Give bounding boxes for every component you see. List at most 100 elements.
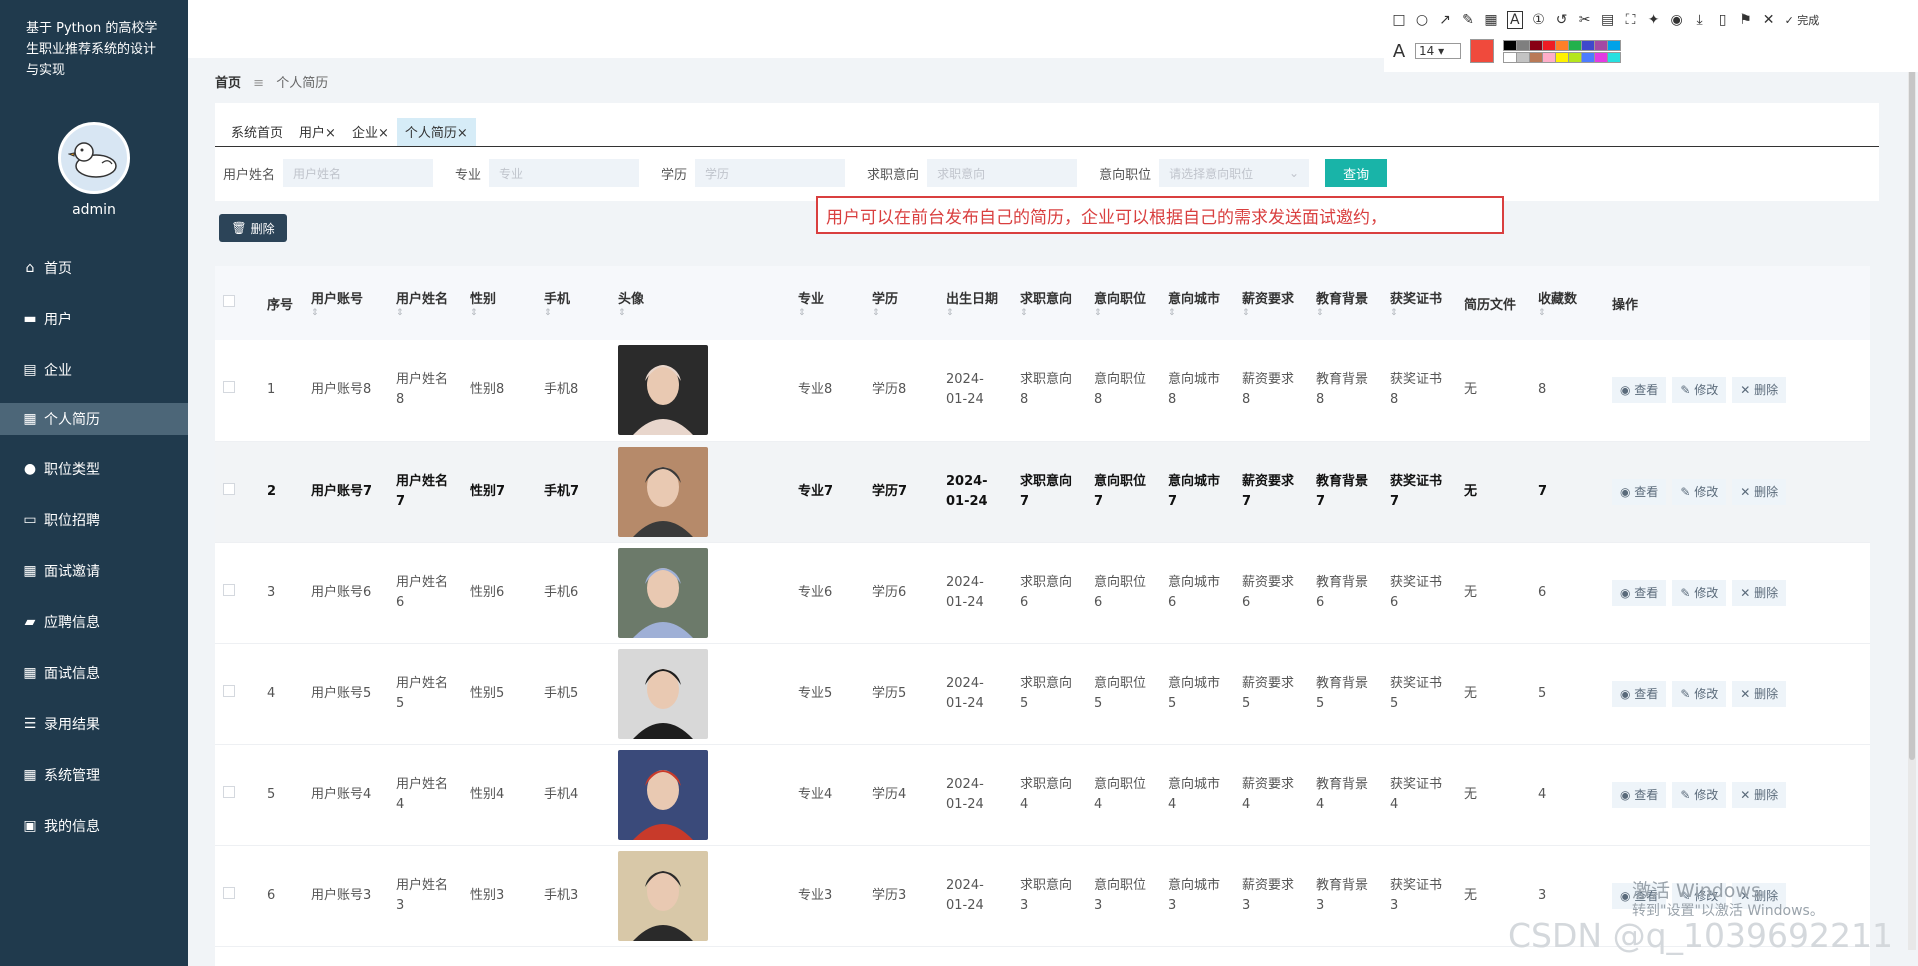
column-header[interactable]: 性别 ⇕ — [462, 266, 536, 340]
avatar-photo[interactable] — [618, 547, 708, 638]
ocr-icon[interactable]: ▤ — [1601, 12, 1615, 28]
tab-close-icon[interactable]: × — [325, 126, 336, 141]
circle-icon[interactable]: ○ — [1415, 12, 1429, 28]
color-swatch[interactable] — [1568, 51, 1582, 63]
current-color[interactable] — [1470, 39, 1494, 63]
sidebar-item-0[interactable]: ⌂ 首页 — [0, 242, 188, 293]
sort-icon[interactable]: ⇕ — [544, 307, 602, 319]
sidebar-item-1[interactable]: ▬ 用户 — [0, 293, 188, 344]
edit-button[interactable]: ✎ 修改 — [1672, 478, 1727, 505]
edit-button[interactable]: ✎ 修改 — [1672, 579, 1727, 606]
sort-icon[interactable]: ⇕ — [798, 307, 856, 319]
column-header[interactable]: 意向职位 ⇕ — [1086, 266, 1160, 340]
avatar[interactable] — [58, 122, 130, 194]
column-header[interactable]: 意向城市 ⇕ — [1160, 266, 1234, 340]
sort-icon[interactable]: ⇕ — [946, 307, 1004, 319]
delete-button[interactable]: ✕ 删除 — [1732, 377, 1787, 404]
annotation-textbox[interactable]: 用户可以在前台发布自己的简历，企业可以根据自己的需求发送面试邀约， — [816, 196, 1504, 234]
sort-icon[interactable]: ⇕ — [396, 307, 454, 319]
sort-icon[interactable]: ⇕ — [470, 307, 528, 319]
color-swatch[interactable] — [1516, 51, 1530, 63]
pin-icon[interactable]: ✦ — [1647, 12, 1661, 28]
color-swatch[interactable] — [1568, 39, 1582, 51]
batch-delete-button[interactable]: 🗑 删除 — [219, 214, 287, 242]
color-swatch[interactable] — [1594, 51, 1608, 63]
sidebar-item-5[interactable]: ▭ 职位招聘 — [0, 494, 188, 545]
close-icon[interactable]: ✕ — [1762, 12, 1776, 28]
filter-intent-input[interactable]: 求职意向 — [927, 159, 1078, 187]
font-size-select[interactable]: 14 ▾ — [1415, 43, 1461, 59]
sort-icon[interactable]: ⇕ — [1538, 307, 1596, 319]
color-swatch[interactable] — [1581, 51, 1595, 63]
column-header[interactable]: 求职意向 ⇕ — [1012, 266, 1086, 340]
row-checkbox[interactable] — [223, 886, 235, 899]
column-header[interactable]: 头像 ⇕ — [610, 266, 790, 340]
sort-icon[interactable]: ⇕ — [1020, 307, 1078, 319]
column-header[interactable]: 用户账号 ⇕ — [303, 266, 388, 340]
avatar-photo[interactable] — [618, 850, 708, 941]
filter-name-input[interactable]: 用户姓名 — [283, 159, 434, 187]
pen-icon[interactable]: ✎ — [1461, 12, 1475, 28]
color-swatch[interactable] — [1503, 51, 1517, 63]
avatar-photo[interactable] — [618, 446, 708, 537]
sidebar-item-4[interactable]: ● 职位类型 — [0, 443, 188, 494]
undo-icon[interactable]: ↺ — [1555, 12, 1569, 28]
color-swatch[interactable] — [1542, 39, 1556, 51]
tab-2[interactable]: 企业× — [344, 122, 397, 146]
table-row[interactable]: 3 用户账号6 用户姓名6 性别6 手机6 专业6 学历6 2024-01-24 求职意向6 意向… — [215, 542, 1870, 644]
view-button[interactable]: ◉ 查看 — [1612, 680, 1667, 707]
avatar-photo[interactable] — [618, 749, 708, 840]
rectangle-icon[interactable]: □ — [1392, 12, 1406, 28]
sidebar-item-9[interactable]: ☰ 录用结果 — [0, 698, 188, 749]
page-scrollbar[interactable] — [1908, 30, 1916, 950]
delete-button[interactable]: ✕ 删除 — [1732, 579, 1787, 606]
finish-button[interactable]: ✓ 完成 — [1785, 12, 1820, 28]
row-checkbox[interactable] — [223, 381, 235, 394]
text-icon[interactable]: A — [1507, 11, 1523, 29]
column-header[interactable]: 出生日期 ⇕ — [938, 266, 1012, 340]
sort-icon[interactable]: ⇕ — [1390, 307, 1448, 319]
color-swatch[interactable] — [1529, 51, 1543, 63]
breadcrumb-home[interactable]: 首页 — [215, 76, 241, 91]
column-header[interactable]: 薪资要求 ⇕ — [1234, 266, 1308, 340]
tab-1[interactable]: 用户× — [291, 122, 344, 146]
view-button[interactable]: ◉ 查看 — [1612, 579, 1667, 606]
color-swatch[interactable] — [1607, 39, 1621, 51]
delete-button[interactable]: ✕ 删除 — [1732, 478, 1787, 505]
column-header[interactable]: 用户姓名 ⇕ — [388, 266, 462, 340]
sort-icon[interactable]: ⇕ — [618, 307, 782, 319]
color-swatch[interactable] — [1516, 39, 1530, 51]
sort-icon[interactable]: ⇕ — [1168, 307, 1226, 319]
phone-icon[interactable]: ▯ — [1716, 12, 1730, 28]
sidebar-item-10[interactable]: ▦ 系统管理 — [0, 749, 188, 800]
scan-icon[interactable]: ⛶ — [1624, 12, 1638, 28]
sort-icon[interactable]: ⇕ — [311, 307, 380, 319]
color-swatch[interactable] — [1542, 51, 1556, 63]
color-swatch[interactable] — [1503, 39, 1517, 51]
column-header[interactable]: 获奖证书 ⇕ — [1382, 266, 1456, 340]
tab-3[interactable]: 个人简历× — [396, 118, 476, 146]
tab-0[interactable]: 系统首页 — [223, 122, 291, 146]
sidebar-item-6[interactable]: ▦ 面试邀请 — [0, 545, 188, 596]
table-row[interactable]: 1 用户账号8 用户姓名8 性别8 手机8 专业8 学历8 2024-01-24 求职意向8 意向… — [215, 340, 1870, 442]
table-row[interactable]: 4 用户账号5 用户姓名5 性别5 手机5 专业5 学历5 2024-01-24 求职意向5 意向… — [215, 643, 1870, 745]
tab-close-icon[interactable]: × — [457, 126, 468, 141]
filter-major-input[interactable]: 专业 — [489, 159, 640, 187]
scrollbar-thumb[interactable] — [1909, 40, 1915, 760]
column-header[interactable]: 学历 ⇕ — [864, 266, 938, 340]
color-swatch[interactable] — [1594, 39, 1608, 51]
edit-button[interactable]: ✎ 修改 — [1672, 680, 1727, 707]
column-header[interactable]: 专业 ⇕ — [790, 266, 864, 340]
row-checkbox[interactable] — [223, 785, 235, 798]
sort-icon[interactable]: ⇕ — [1094, 307, 1152, 319]
delete-button[interactable]: ✕ 删除 — [1732, 680, 1787, 707]
view-button[interactable]: ◉ 查看 — [1612, 377, 1667, 404]
sidebar-item-8[interactable]: ▦ 面试信息 — [0, 647, 188, 698]
download-icon[interactable]: ⤓ — [1693, 12, 1707, 28]
color-swatch[interactable] — [1555, 39, 1569, 51]
view-button[interactable]: ◉ 查看 — [1612, 781, 1667, 808]
select-all-checkbox[interactable] — [223, 295, 235, 307]
view-button[interactable]: ◉ 查看 — [1612, 478, 1667, 505]
mosaic-icon[interactable]: ▦ — [1484, 12, 1498, 28]
filter-position-select[interactable]: 请选择意向职位 ⌄ — [1159, 159, 1310, 187]
